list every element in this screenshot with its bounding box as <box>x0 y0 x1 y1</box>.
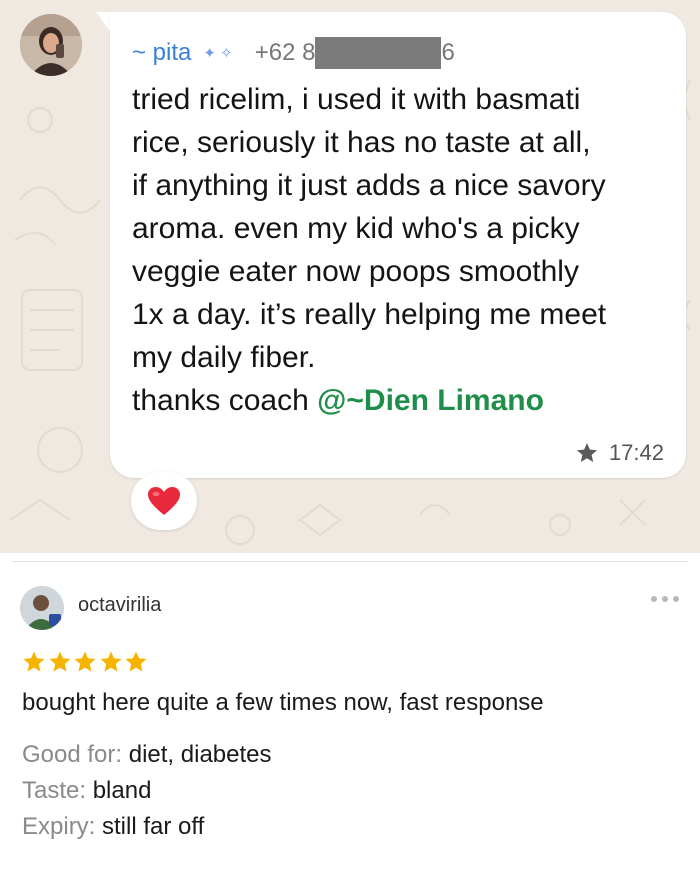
reviewer-username[interactable]: octavirilia <box>78 594 161 617</box>
message-thanks-line: thanks coach @~Dien Limano <box>132 379 544 422</box>
sender-name[interactable]: ~ pita <box>132 39 191 67</box>
attribute-label: Expiry: <box>22 813 103 840</box>
thanks-text: thanks coach <box>132 384 318 417</box>
sender-phone-prefix: +62 8 <box>254 39 316 66</box>
review-text: bought here quite a few times now, fast … <box>22 689 544 716</box>
attribute-taste: Taste: bland <box>22 777 151 805</box>
chat-screenshot: ~ pita ✦ ✧ +62 8 6 tried ricelim, i used… <box>0 0 700 553</box>
sparkle-icon: ✦ ✧ <box>203 45 233 62</box>
rating-star-icon <box>23 651 45 672</box>
attribute-expiry: Expiry: still far off <box>22 813 204 841</box>
attribute-label: Taste: <box>22 777 93 804</box>
message-meta: 17:42 <box>575 440 664 466</box>
star-icon <box>576 443 597 462</box>
rating-star-icon <box>100 651 121 672</box>
avatar-photo-icon <box>20 586 64 630</box>
rating-star-icon <box>74 651 96 672</box>
message-bubble[interactable]: ~ pita ✦ ✧ +62 8 6 tried ricelim, i used… <box>110 12 686 478</box>
attribute-label: Good for: <box>22 741 129 768</box>
attribute-good-for: Good for: diet, diabetes <box>22 741 272 769</box>
attribute-value: diet, diabetes <box>128 741 272 768</box>
rating-star-icon <box>49 651 70 672</box>
message-time: 17:42 <box>608 440 664 465</box>
redaction-box <box>315 37 442 69</box>
star-rating <box>22 650 150 674</box>
rating-star-icon <box>125 651 147 672</box>
message-text: tried ricelim, i used it with basmati ri… <box>132 83 607 374</box>
avatar-photo-icon <box>20 14 82 76</box>
sender-avatar[interactable] <box>20 14 82 76</box>
reviewer-avatar[interactable] <box>20 586 64 630</box>
section-divider <box>12 561 688 562</box>
attribute-value: still far off <box>102 813 205 840</box>
mention-link[interactable]: @~Dien Limano <box>317 384 544 417</box>
heart-reaction[interactable] <box>131 472 197 530</box>
sender-row: ~ pita ✦ ✧ +62 8 6 <box>132 36 455 70</box>
sender-phone-suffix: 6 <box>441 39 455 66</box>
red-heart-icon <box>148 487 180 515</box>
attribute-value: bland <box>92 777 152 804</box>
more-options-icon[interactable] <box>648 592 682 606</box>
